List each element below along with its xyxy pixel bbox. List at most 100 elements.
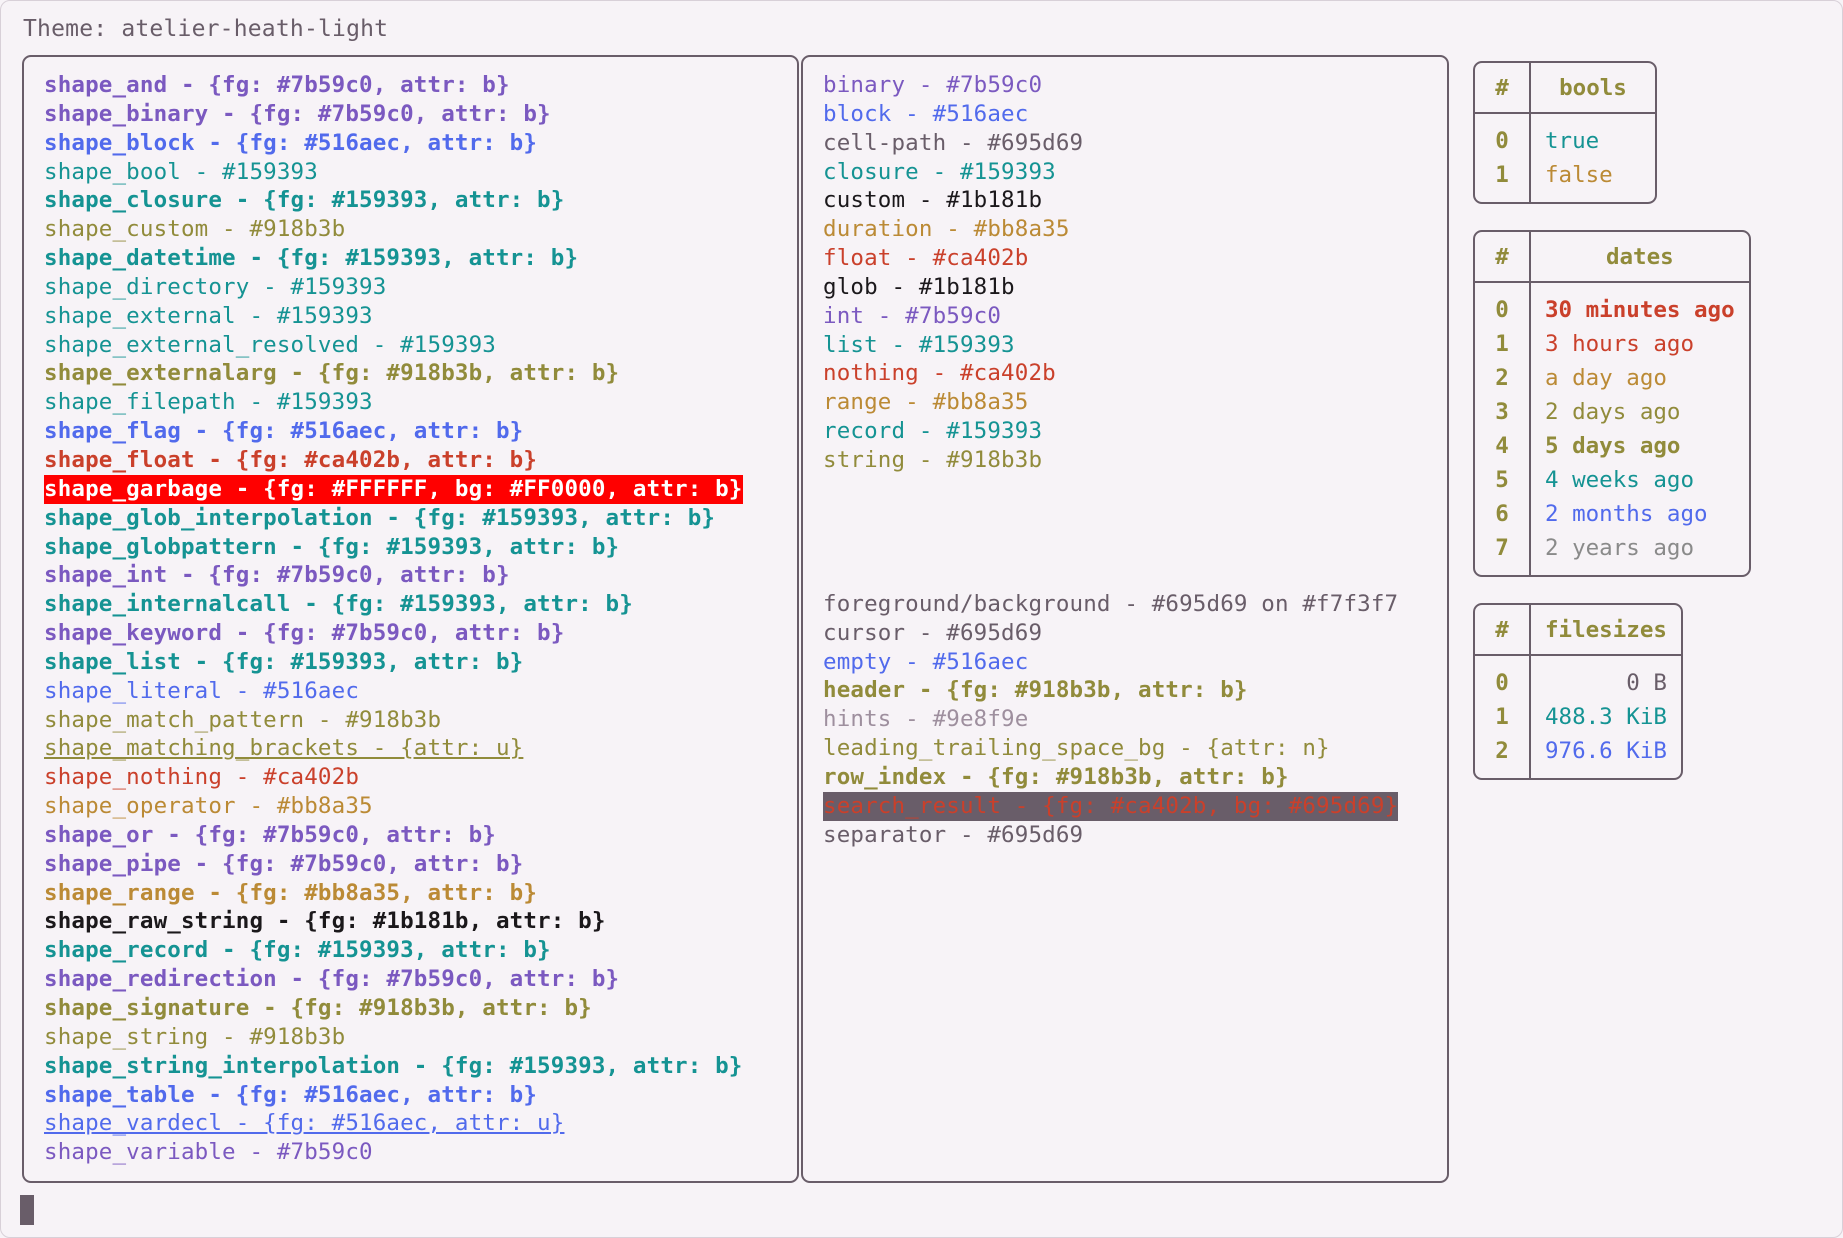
table-row: 7 2 years ago <box>1475 531 1749 575</box>
row-index: 1 <box>1475 158 1531 202</box>
shape-line: shape_vardecl - {fg: #516aec, attr: u} <box>44 1110 565 1137</box>
ui-line: hints - #9e8f9e <box>823 706 1029 733</box>
row-index: 6 <box>1475 497 1531 531</box>
table-row: 5 4 weeks ago <box>1475 463 1749 497</box>
shape-line: shape_variable - #7b59c0 <box>44 1139 373 1166</box>
bools-table: # bools 0 true 1 false <box>1473 61 1657 204</box>
row-value: 5 days ago <box>1545 433 1681 459</box>
row-index: 7 <box>1475 531 1531 575</box>
row-value: false <box>1545 162 1613 188</box>
table-row: 2 a day ago <box>1475 361 1749 395</box>
row-index: 4 <box>1475 429 1531 463</box>
type-line: duration - #bb8a35 <box>823 216 1070 243</box>
terminal-cursor <box>20 1195 34 1225</box>
table-row: 1 false <box>1475 158 1655 202</box>
shape-line: shape_operator - #bb8a35 <box>44 793 373 820</box>
row-value: 4 weeks ago <box>1545 467 1695 493</box>
ui-line: foreground/background - #695d69 on #f7f3… <box>823 590 1399 617</box>
shape-line: shape_int - {fg: #7b59c0, attr: b} <box>44 562 510 589</box>
row-index: 0 <box>1475 655 1531 700</box>
shape-line: shape_literal - #516aec <box>44 677 360 704</box>
type-line: string - #918b3b <box>823 446 1043 473</box>
shape-line: shape_external - #159393 <box>44 302 373 329</box>
shape-line: shape_record - {fg: #159393, attr: b} <box>44 937 551 964</box>
row-value: 2 years ago <box>1545 535 1695 561</box>
row-index: 0 <box>1475 113 1531 158</box>
table-row: 4 5 days ago <box>1475 429 1749 463</box>
shape-line: shape_bool - #159393 <box>44 158 318 185</box>
row-value: 30 minutes ago <box>1545 297 1735 323</box>
shape-line: shape_raw_string - {fg: #1b181b, attr: b… <box>44 908 606 935</box>
type-line: glob - #1b181b <box>823 273 1015 300</box>
shape-line: shape_nothing - #ca402b <box>44 764 360 791</box>
ui-line: leading_trailing_space_bg - {attr: n} <box>823 735 1330 762</box>
row-index: 2 <box>1475 361 1531 395</box>
type-line: cell-path - #695d69 <box>823 129 1084 156</box>
row-index: 0 <box>1475 282 1531 327</box>
row-value: 488.3 KiB <box>1545 704 1667 730</box>
row-value: 2 months ago <box>1545 501 1708 527</box>
shape-line: shape_keyword - {fg: #7b59c0, attr: b} <box>44 620 565 647</box>
table-row: 0 0 B <box>1475 655 1681 700</box>
shapes-list: shape_and - {fg: #7b59c0, attr: b} shape_… <box>24 57 797 1167</box>
types-list: binary - #7b59c0 block - #516aec cell-path… <box>803 57 1447 475</box>
filesizes-value-header: filesizes <box>1545 617 1667 643</box>
dates-value-header: dates <box>1605 244 1674 270</box>
row-index: 3 <box>1475 395 1531 429</box>
type-line: int - #7b59c0 <box>823 302 1002 329</box>
shape-line: shape_directory - #159393 <box>44 273 387 300</box>
shape-line: shape_external_resolved - #159393 <box>44 331 496 358</box>
ui-line: separator - #695d69 <box>823 821 1084 848</box>
shape-line: shape_match_pattern - #918b3b <box>44 706 442 733</box>
shape-line: shape_internalcall - {fg: #159393, attr:… <box>44 591 633 618</box>
shape-line: shape_binary - {fg: #7b59c0, attr: b} <box>44 100 551 127</box>
types-and-ui-panel: binary - #7b59c0 block - #516aec cell-path… <box>801 55 1449 1183</box>
table-row: 3 2 days ago <box>1475 395 1749 429</box>
shape-line: shape_string - #918b3b <box>44 1023 346 1050</box>
shape-line: shape_datetime - {fg: #159393, attr: b} <box>44 245 579 272</box>
tables-panel: # bools 0 true 1 false # dates 0 30 minutes ago 1 3… <box>1451 55 1821 1183</box>
row-value: 3 hours ago <box>1545 331 1695 357</box>
shape-line: shape_pipe - {fg: #7b59c0, attr: b} <box>44 850 524 877</box>
type-line: record - #159393 <box>823 418 1043 445</box>
row-index: 5 <box>1475 463 1531 497</box>
table-row: 1 488.3 KiB <box>1475 700 1681 734</box>
ui-line: cursor - #695d69 <box>823 619 1043 646</box>
bools-index-header: # <box>1475 63 1531 113</box>
type-line: closure - #159393 <box>823 158 1056 185</box>
shape-line: shape_closure - {fg: #159393, attr: b} <box>44 187 565 214</box>
type-line: block - #516aec <box>823 100 1029 127</box>
row-value: 976.6 KiB <box>1545 738 1667 764</box>
shapes-panel: shape_and - {fg: #7b59c0, attr: b} shape_… <box>22 55 799 1183</box>
type-line: range - #bb8a35 <box>823 389 1029 416</box>
table-row: 0 true <box>1475 113 1655 158</box>
row-value: 0 B <box>1626 670 1667 696</box>
shape-line: shape_garbage - {fg: #FFFFFF, bg: #FF000… <box>44 474 743 504</box>
ui-list: foreground/background - #695d69 on #f7f3… <box>803 590 1447 850</box>
shape-line: shape_or - {fg: #7b59c0, attr: b} <box>44 821 496 848</box>
table-row: 6 2 months ago <box>1475 497 1749 531</box>
ui-line: header - {fg: #918b3b, attr: b} <box>823 677 1248 704</box>
row-value: true <box>1545 128 1600 154</box>
row-index: 2 <box>1475 734 1531 778</box>
ui-line: search_result - {fg: #ca402b, bg: #695d6… <box>823 791 1399 821</box>
row-index: 1 <box>1475 700 1531 734</box>
row-index: 1 <box>1475 327 1531 361</box>
shape-line: shape_list - {fg: #159393, attr: b} <box>44 648 524 675</box>
shape-line: shape_glob_interpolation - {fg: #159393,… <box>44 504 716 531</box>
shape-line: shape_float - {fg: #ca402b, attr: b} <box>44 446 538 473</box>
shape-line: shape_custom - #918b3b <box>44 216 346 243</box>
shape-line: shape_and - {fg: #7b59c0, attr: b} <box>44 72 510 98</box>
ui-line: empty - #516aec <box>823 648 1029 675</box>
column-gap <box>803 475 1447 590</box>
shape-line: shape_matching_brackets - {attr: u} <box>44 735 524 762</box>
shape-line: shape_filepath - #159393 <box>44 389 373 416</box>
shape-line: shape_table - {fg: #516aec, attr: b} <box>44 1081 538 1108</box>
terminal-screen: Theme: atelier-heath-light shape_and - {… <box>0 0 1843 1238</box>
table-row: 1 3 hours ago <box>1475 327 1749 361</box>
page-title: Theme: atelier-heath-light <box>23 16 389 42</box>
shape-line: shape_block - {fg: #516aec, attr: b} <box>44 129 538 156</box>
type-line: custom - #1b181b <box>823 187 1043 214</box>
type-line: nothing - #ca402b <box>823 360 1056 387</box>
shape-line: shape_externalarg - {fg: #918b3b, attr: … <box>44 360 620 387</box>
